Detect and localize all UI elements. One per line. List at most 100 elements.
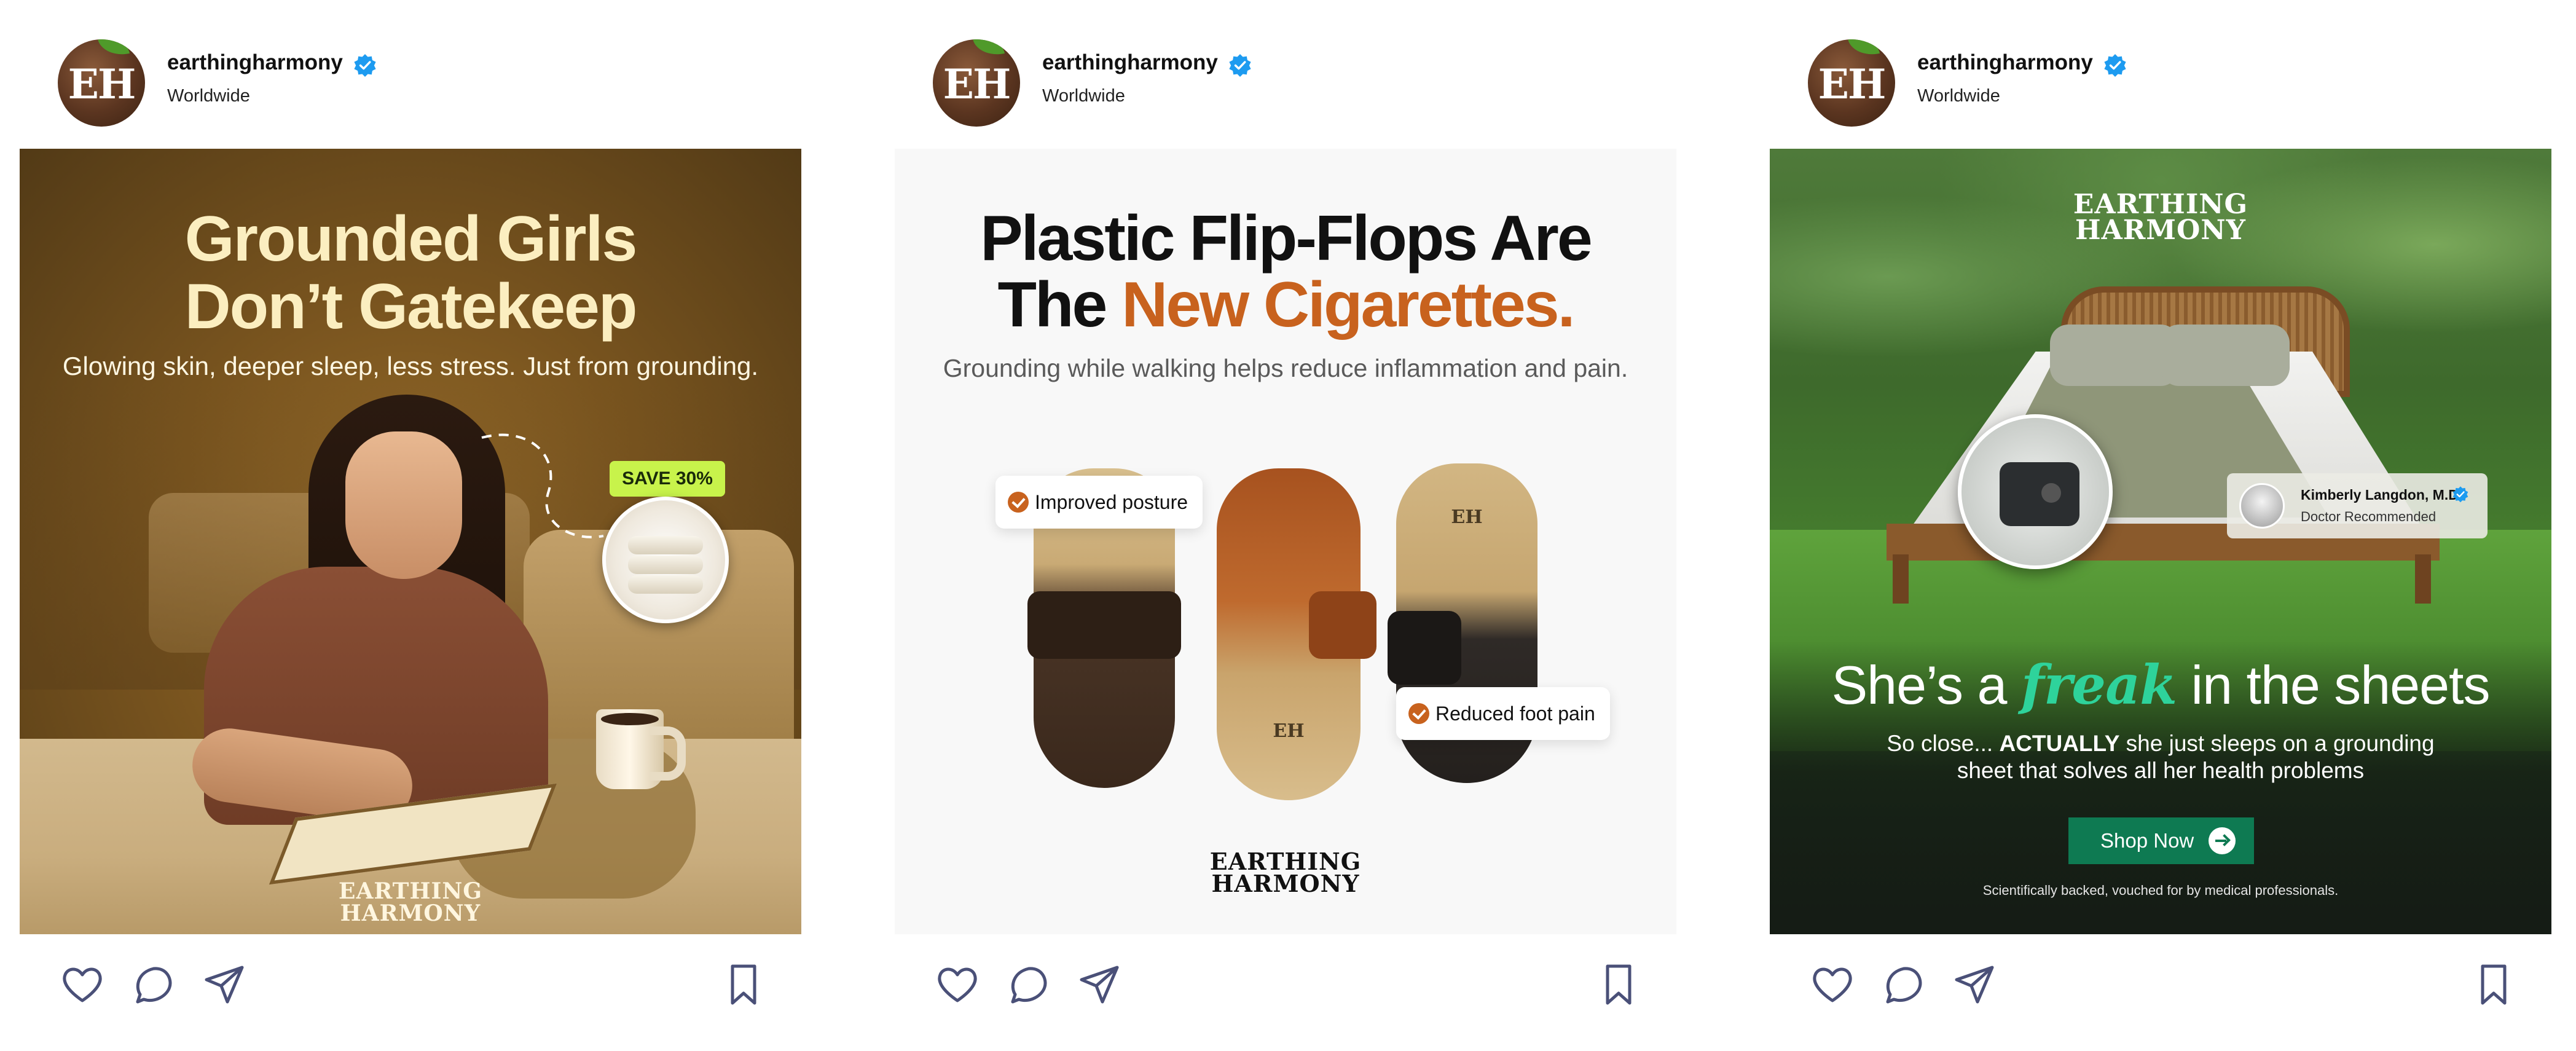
username[interactable]: earthingharmony: [167, 50, 343, 75]
subtitle-line-2: sheet that solves all her health problem…: [1957, 758, 2365, 783]
comment-icon: [1886, 967, 1922, 1004]
bed-pillow: [2050, 325, 2179, 386]
check-circle-icon: [1008, 492, 1029, 513]
share-button[interactable]: [1950, 960, 2000, 1009]
heart-icon: [63, 967, 102, 1002]
bookmark-button[interactable]: [719, 960, 768, 1009]
clog-tan: EH: [1217, 468, 1376, 800]
ad-creative[interactable]: Grounded Girls Don’t Gatekeep Glowing sk…: [20, 149, 801, 934]
share-button[interactable]: [200, 960, 249, 1009]
doctor-avatar: [2239, 483, 2285, 529]
bookmark-icon: [1606, 964, 1632, 1005]
pillowcase: [628, 575, 703, 594]
creative-subtitle: So close... ACTUALLY she just sleeps on …: [1770, 730, 2551, 784]
like-button[interactable]: [58, 960, 107, 1009]
avatar[interactable]: EH: [58, 39, 145, 127]
comment-button[interactable]: [129, 960, 178, 1009]
avatar-monogram: EH: [68, 60, 136, 108]
post-1: EH earthingharmony Worldwide Grounded Gi…: [20, 0, 801, 1051]
creative-headline: She’s a freak in the sheets: [1770, 653, 2551, 717]
grounding-plug: [2000, 462, 2079, 526]
doctor-title: Doctor Recommended: [2301, 509, 2437, 524]
title-line-1: Plastic Flip-Flops Are: [980, 203, 1592, 274]
verified-badge-icon: [354, 54, 376, 77]
clog-strap: [1388, 611, 1461, 685]
doctor-name: Kimberly Langdon, M.D.: [2301, 487, 2463, 503]
brand-line-1: EARTHING: [2073, 189, 2248, 220]
bookmark-icon: [731, 964, 756, 1005]
brand-logo: EARTHING HARMONY: [1770, 189, 2551, 246]
leaf-icon: [97, 39, 130, 60]
location: Worldwide: [167, 86, 250, 106]
save-badge: SAVE 30%: [610, 461, 725, 497]
heart-icon: [938, 967, 977, 1002]
creative-title: Grounded Girls Don’t Gatekeep: [20, 205, 801, 340]
check-circle-icon: [1408, 703, 1429, 724]
post-actions: [895, 956, 1676, 1018]
share-icon: [205, 966, 244, 1004]
shop-now-label: Shop Now: [2100, 829, 2194, 852]
leaf-icon: [1847, 39, 1880, 60]
chip-label: Reduced foot pain: [1435, 703, 1595, 725]
share-icon: [1080, 966, 1119, 1004]
bed-leg: [2415, 554, 2431, 604]
chip-label: Improved posture: [1035, 491, 1188, 513]
brand-logo: EARTHING HARMONY: [895, 850, 1676, 897]
avatar[interactable]: EH: [1808, 39, 1895, 127]
username[interactable]: earthingharmony: [1917, 50, 2093, 75]
brand-line-2: HARMONY: [2075, 215, 2246, 246]
share-button[interactable]: [1075, 960, 1125, 1009]
title-line-2: The New Cigarettes.: [895, 272, 1676, 338]
comment-button[interactable]: [1004, 960, 1053, 1009]
like-button[interactable]: [933, 960, 982, 1009]
share-icon: [1955, 966, 1994, 1004]
bookmark-button[interactable]: [1594, 960, 1643, 1009]
pillowcase: [628, 536, 703, 554]
arrow-right-icon: [2209, 827, 2236, 854]
fine-print: Scientifically backed, vouched for by me…: [1982, 883, 2339, 898]
verified-badge-icon: [1229, 54, 1251, 77]
title-line-2-plain: The: [997, 269, 1122, 340]
doctor-card: Kimberly Langdon, M.D. Doctor Recommende…: [2227, 473, 2488, 538]
subtitle-line-1: So close... ACTUALLY she just sleeps on …: [1770, 730, 2551, 757]
benefit-chip: Reduced foot pain: [1396, 687, 1610, 740]
verified-badge-icon: [2104, 54, 2126, 77]
location: Worldwide: [1917, 86, 2000, 106]
title-line-2-accent: New Cigarettes.: [1121, 269, 1575, 340]
post-2: EH earthingharmony Worldwide Plastic Fli…: [895, 0, 1676, 1051]
comment-button[interactable]: [1879, 960, 1928, 1009]
comment-icon: [1011, 967, 1047, 1004]
post-header: EH earthingharmony Worldwide: [1770, 36, 2551, 128]
brand-line-2: HARMONY: [340, 900, 481, 926]
bed-leg: [1893, 554, 1909, 604]
post-header: EH earthingharmony Worldwide: [895, 36, 1676, 128]
bed-pillow: [2161, 325, 2290, 386]
bookmark-button[interactable]: [2469, 960, 2518, 1009]
shop-now-button[interactable]: Shop Now: [2068, 817, 2254, 864]
title-line-1: Grounded Girls: [184, 203, 638, 275]
leaf-icon: [972, 39, 1005, 60]
shoe-logo: EH: [1451, 506, 1483, 528]
comment-icon: [136, 967, 172, 1004]
sub-pre: So close...: [1887, 731, 2000, 756]
location: Worldwide: [1042, 86, 1125, 106]
benefit-chip: Improved posture: [995, 476, 1203, 529]
post-header: EH earthingharmony Worldwide: [20, 36, 801, 128]
sub-post: she just sleeps on a grounding: [2119, 731, 2435, 756]
pillowcase: [628, 556, 703, 574]
creative-subtitle: Glowing skin, deeper sleep, less stress.…: [62, 352, 759, 380]
pillowcase-product-circle: [602, 497, 729, 623]
headline-pre: She’s a: [1831, 655, 2021, 715]
sub-bold: ACTUALLY: [1999, 731, 2120, 756]
brand-line-2: HARMONY: [1211, 870, 1360, 897]
username[interactable]: earthingharmony: [1042, 50, 1218, 75]
ad-creative[interactable]: EARTHING HARMONY Kimberly Langdon, M.D. …: [1770, 149, 2551, 934]
post-actions: [20, 956, 801, 1018]
headline-accent: freak: [2020, 653, 2177, 717]
headline-post: in the sheets: [2177, 655, 2491, 715]
plug-zoom-circle: [1958, 414, 2113, 569]
creative-subtitle: Grounding while walking helps reduce inf…: [943, 354, 1628, 382]
avatar[interactable]: EH: [933, 39, 1020, 127]
like-button[interactable]: [1808, 960, 1857, 1009]
ad-creative[interactable]: Plastic Flip-Flops Are The New Cigarette…: [895, 149, 1676, 934]
